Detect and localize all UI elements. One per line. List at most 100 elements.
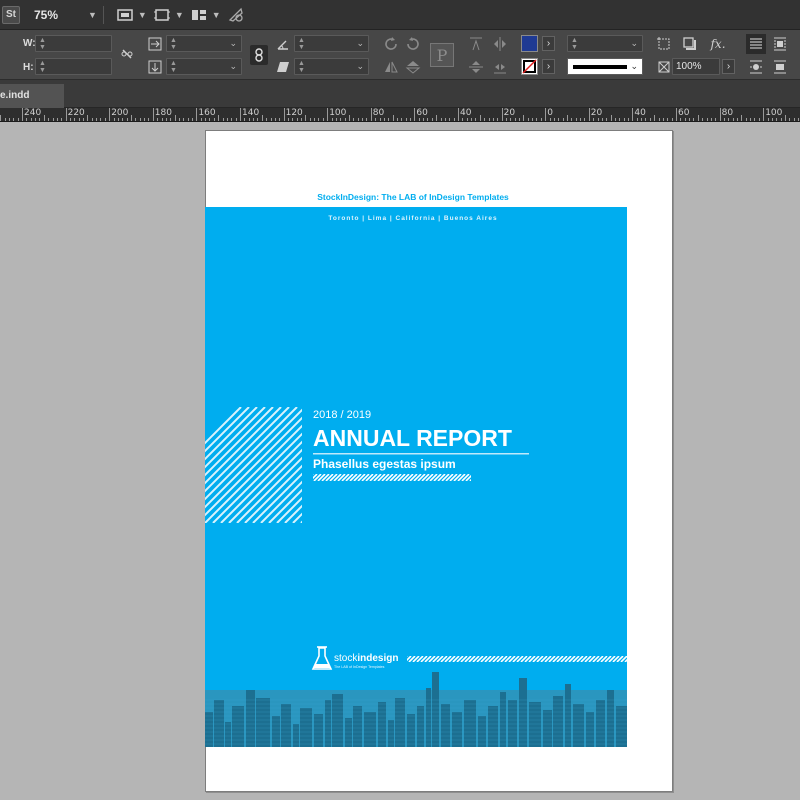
document-page[interactable] xyxy=(205,130,673,792)
ruler-tick xyxy=(776,118,778,121)
width-field[interactable]: ▲ ▼ xyxy=(35,35,112,52)
drop-shadow-icon[interactable] xyxy=(682,36,698,52)
align-bottom-icon[interactable] xyxy=(492,59,508,75)
ruler-label: 200 xyxy=(111,108,129,118)
stroke-swatch-menu-button[interactable]: › xyxy=(542,59,555,74)
ruler-tick xyxy=(248,118,250,121)
ruler-tick xyxy=(165,118,167,121)
ruler-tick xyxy=(505,118,507,121)
arrange-documents-chevron-icon[interactable]: ▼ xyxy=(212,10,221,20)
scale-y-field[interactable]: ▲ ▼ ⌄ xyxy=(166,58,242,75)
opacity-field[interactable]: 100% xyxy=(672,58,720,75)
align-center-icon[interactable] xyxy=(468,59,484,75)
ruler-tick xyxy=(314,118,316,121)
align-horizontal-center-icon[interactable] xyxy=(492,36,508,52)
shear-field[interactable]: ▲ ▼ ⌄ xyxy=(294,58,369,75)
ruler-tick xyxy=(48,118,50,121)
flip-vertical-icon[interactable] xyxy=(405,59,421,75)
ruler-tick xyxy=(174,115,176,121)
screen-mode-icon[interactable] xyxy=(116,7,134,23)
ruler-tick xyxy=(754,118,756,121)
ruler-tick xyxy=(83,118,85,121)
constrain-proportions-icon[interactable] xyxy=(119,46,135,62)
text-wrap-object-icon[interactable] xyxy=(748,59,764,75)
ruler-tick xyxy=(710,118,712,121)
flip-horizontal-icon[interactable] xyxy=(383,59,399,75)
ruler-tick xyxy=(632,108,634,121)
ruler-tick xyxy=(96,118,98,121)
zoom-level[interactable]: 75% xyxy=(34,8,84,22)
fill-swatch-menu-button[interactable]: › xyxy=(542,36,555,51)
ruler-tick xyxy=(584,118,586,121)
ruler-tick xyxy=(410,118,412,121)
ruler-tick xyxy=(353,118,355,121)
ruler-tick xyxy=(497,118,499,121)
ruler-tick xyxy=(370,108,372,121)
document-tab[interactable]: e.indd xyxy=(0,84,64,108)
ruler-tick xyxy=(322,118,324,121)
screen-mode-chevron-icon[interactable]: ▼ xyxy=(138,10,147,20)
ruler-tick xyxy=(309,118,311,121)
ruler-tick xyxy=(222,118,224,121)
effects-icon[interactable]: fx. xyxy=(708,36,728,52)
stroke-swatch-icon[interactable] xyxy=(521,58,538,75)
text-wrap-none-icon[interactable] xyxy=(746,34,766,54)
stroke-weight-field[interactable]: ▲ ▼ ⌄ xyxy=(567,35,643,52)
rotate-field[interactable]: ▲ ▼ ⌄ xyxy=(294,35,369,52)
rotate-ccw-icon[interactable] xyxy=(405,36,421,52)
publish-online-icon[interactable] xyxy=(227,7,245,23)
ruler-tick xyxy=(571,118,573,121)
ruler-tick xyxy=(335,118,337,121)
ruler-tick xyxy=(209,118,211,121)
text-wrap-bounding-icon[interactable] xyxy=(772,36,788,52)
ruler-tick xyxy=(43,115,45,121)
zoom-dropdown-chevron-icon[interactable]: ▼ xyxy=(88,10,97,20)
ruler-tick xyxy=(553,118,555,121)
stroke-type-select[interactable]: ⌄ xyxy=(567,58,643,75)
text-wrap-jump-icon[interactable] xyxy=(772,59,788,75)
ruler-tick xyxy=(187,118,189,121)
frame-fitting-icon[interactable] xyxy=(656,36,672,52)
ruler-tick xyxy=(488,118,490,121)
ruler-tick xyxy=(492,118,494,121)
ruler-tick xyxy=(606,118,608,121)
rotate-cw-icon[interactable] xyxy=(383,36,399,52)
ruler-tick xyxy=(296,118,298,121)
height-field[interactable]: ▲ ▼ xyxy=(35,58,112,75)
opacity-menu-button[interactable]: › xyxy=(722,59,735,74)
ruler-tick xyxy=(170,118,172,121)
control-panel: W: ▲ ▼ H: ▲ ▼ ▲ ▼ ⌄ ▲ ▼ ⌄ ▲ ▼ ⌄ ▲ ▼ ⌄ P … xyxy=(0,30,800,80)
constrain-scale-icon[interactable] xyxy=(250,45,268,65)
align-top-icon[interactable] xyxy=(468,36,484,52)
ruler-tick xyxy=(113,118,115,121)
view-options-icon[interactable] xyxy=(153,7,171,23)
ruler-tick xyxy=(684,118,686,121)
ruler-tick xyxy=(545,108,547,121)
ruler-tick xyxy=(523,115,525,121)
arrange-documents-icon[interactable] xyxy=(190,7,208,23)
ruler-label: 120 xyxy=(285,108,303,118)
stock-logo-icon[interactable]: St xyxy=(2,5,20,24)
ruler-label: 240 xyxy=(24,108,42,118)
ruler-tick xyxy=(383,118,385,121)
ruler-tick xyxy=(226,118,228,121)
ruler-tick xyxy=(628,118,630,121)
ruler-tick xyxy=(340,118,342,121)
scale-x-field[interactable]: ▲ ▼ ⌄ xyxy=(166,35,242,52)
ruler-tick xyxy=(514,118,516,121)
path-type-icon[interactable]: P xyxy=(430,43,454,67)
fill-swatch-icon[interactable] xyxy=(521,35,538,52)
ruler-tick xyxy=(109,108,111,121)
view-options-chevron-icon[interactable]: ▼ xyxy=(175,10,184,20)
ruler-tick xyxy=(610,115,612,121)
ruler-tick xyxy=(52,118,54,121)
ruler-tick xyxy=(562,118,564,121)
ruler-tick xyxy=(104,118,106,121)
ruler-label: 80 xyxy=(372,108,385,118)
scale-x-icon xyxy=(147,36,163,52)
horizontal-ruler[interactable]: 240 220 200 180 160 140 120 100 80 60 40 20 0 20 40 60 8… xyxy=(0,108,800,122)
ruler-tick xyxy=(366,118,368,121)
ruler-tick xyxy=(22,108,23,121)
ruler-tick xyxy=(431,118,433,121)
ruler-tick xyxy=(200,118,202,121)
